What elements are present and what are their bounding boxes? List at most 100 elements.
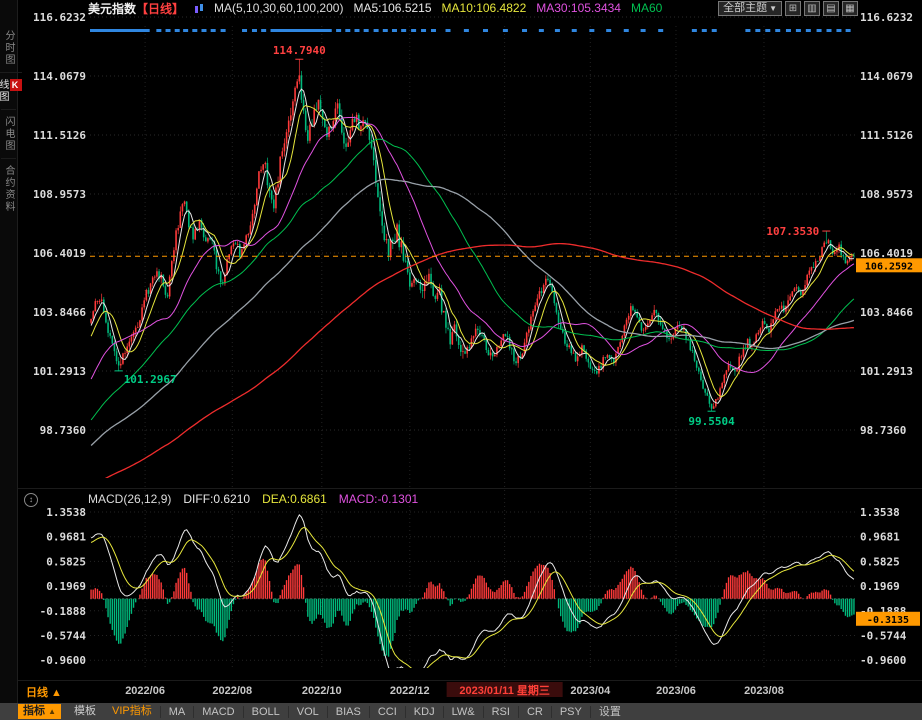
svg-text:114.7940: 114.7940	[273, 44, 326, 57]
top-activity-marks	[90, 29, 851, 32]
svg-text:2022/08: 2022/08	[212, 685, 252, 697]
svg-text:0.1969: 0.1969	[860, 580, 900, 593]
indicator-icon	[194, 3, 204, 14]
ma5-value: MA5:106.5215	[353, 1, 431, 15]
svg-text:1.3538: 1.3538	[46, 506, 86, 519]
sidebar-tab-kline-chart[interactable]: K线图	[0, 72, 22, 109]
chart-header: 美元指数【日线】 MA(5,10,30,60,100,200) MA5:106.…	[88, 0, 662, 16]
layout-columns-icon[interactable]: ▥	[804, 1, 820, 16]
svg-text:2022/12: 2022/12	[390, 685, 430, 697]
candlestick-series[interactable]	[90, 59, 854, 411]
macd-value-tag: -0.3135	[856, 612, 920, 626]
macd-diff-value: DIFF:0.6210	[183, 492, 250, 506]
svg-text:-0.9600: -0.9600	[40, 654, 86, 667]
svg-text:99.5504: 99.5504	[688, 415, 735, 428]
ma30-value: MA30:105.3434	[536, 1, 621, 15]
trading-terminal-window: 116.6232 116.6232 114.0679 114.0679 111.5126…	[0, 0, 922, 720]
settings-button[interactable]: 设置	[590, 706, 629, 718]
ma60-line	[91, 139, 854, 420]
svg-text:-0.3135: -0.3135	[867, 615, 909, 626]
svg-text:106.2592: 106.2592	[865, 261, 913, 272]
xaxis-divider	[18, 680, 922, 681]
macd-legend: MACD(26,12,9) DIFF:0.6210 DEA:0.6861 MAC…	[88, 492, 418, 506]
svg-text:114.0679: 114.0679	[33, 70, 86, 83]
bottom-toolbar: 指标 ▲ 模板 VIP指标 MAMACDBOLLVOLBIASCCIKDJLW&…	[0, 703, 922, 720]
svg-text:2023/01/11 星期三: 2023/01/11 星期三	[459, 683, 550, 697]
period-indicator[interactable]: 日线 ▲	[26, 684, 62, 700]
vip-indicator-button[interactable]: VIP指标	[104, 704, 160, 719]
macd-hist-value: MACD:-0.1301	[339, 492, 418, 506]
svg-text:103.8466: 103.8466	[860, 306, 913, 319]
symbol-title: 美元指数【日线】	[88, 0, 184, 17]
svg-text:0.1969: 0.1969	[46, 580, 86, 593]
svg-text:0.5825: 0.5825	[46, 555, 86, 568]
svg-text:111.5126: 111.5126	[860, 129, 913, 142]
svg-text:0.9681: 0.9681	[860, 531, 900, 544]
ma30-line	[91, 117, 854, 379]
toolbar-item-cr[interactable]: CR	[518, 706, 551, 718]
toolbar-item-psy[interactable]: PSY	[551, 706, 590, 718]
macd-title[interactable]: MACD(26,12,9)	[88, 492, 171, 506]
panel-divider	[18, 488, 922, 489]
svg-text:0.5825: 0.5825	[860, 555, 900, 568]
layout-grid-icon[interactable]: ⊞	[785, 1, 801, 16]
svg-text:106.4019: 106.4019	[860, 247, 913, 260]
themes-dropdown[interactable]: 全部主题▼	[718, 1, 782, 16]
symbol-period: 【日线】	[136, 2, 184, 16]
svg-text:107.3530: 107.3530	[766, 225, 819, 238]
svg-text:98.7360: 98.7360	[860, 424, 906, 437]
svg-text:116.6232: 116.6232	[860, 11, 913, 24]
svg-text:-0.1888: -0.1888	[40, 605, 86, 618]
toolbar-item-boll[interactable]: BOLL	[243, 706, 288, 718]
left-tab-sidebar: 分时图 K线图 闪电图 合约资料	[0, 0, 18, 720]
sidebar-tab-time-chart[interactable]: 分时图	[1, 24, 16, 72]
svg-text:-0.5744: -0.5744	[40, 630, 87, 643]
toolbar-item-macd[interactable]: MACD	[193, 706, 242, 718]
toolbar-item-kdj[interactable]: KDJ	[405, 706, 443, 718]
sidebar-tab-kline-label: 线图	[0, 79, 8, 103]
macd-panel-icon[interactable]: ↕	[24, 493, 38, 507]
svg-text:2022/06: 2022/06	[125, 685, 165, 697]
sidebar-tab-contract-info[interactable]: 合约资料	[1, 158, 16, 219]
layout-rows-icon[interactable]: ▤	[823, 1, 839, 16]
symbol-name: 美元指数	[88, 2, 136, 16]
chevron-down-icon: ▼	[769, 4, 777, 13]
svg-text:98.7360: 98.7360	[40, 424, 86, 437]
toolbar-item-bias[interactable]: BIAS	[327, 706, 369, 718]
svg-text:1.3538: 1.3538	[860, 506, 900, 519]
svg-text:101.2913: 101.2913	[860, 365, 913, 378]
topbar-controls: 全部主题▼ ⊞ ▥ ▤ ▦	[718, 1, 858, 16]
toolbar-item-cci[interactable]: CCI	[369, 706, 405, 718]
svg-text:106.4019: 106.4019	[33, 247, 86, 260]
layout-cells-icon[interactable]: ▦	[842, 1, 858, 16]
kline-badge-icon: K	[10, 79, 22, 91]
macd-dea-value: DEA:0.6861	[262, 492, 327, 506]
svg-text:2023/06: 2023/06	[656, 685, 696, 697]
svg-text:114.0679: 114.0679	[860, 70, 913, 83]
svg-text:0.9681: 0.9681	[46, 531, 86, 544]
ma-lines	[91, 89, 854, 487]
main-chart[interactable]: 116.6232 116.6232 114.0679 114.0679 111.5126…	[0, 0, 922, 720]
svg-text:101.2913: 101.2913	[33, 365, 86, 378]
svg-text:-0.5744: -0.5744	[860, 630, 907, 643]
svg-text:111.5126: 111.5126	[33, 129, 86, 142]
macd-histogram	[90, 559, 855, 657]
ma-settings-label[interactable]: MA(5,10,30,60,100,200)	[214, 1, 343, 15]
ma10-value: MA10:106.4822	[442, 1, 527, 15]
svg-text:-0.9600: -0.9600	[860, 654, 906, 667]
svg-text:108.9573: 108.9573	[33, 188, 86, 201]
svg-text:103.8466: 103.8466	[33, 306, 86, 319]
indicator-chip[interactable]: 指标 ▲	[18, 704, 61, 719]
indicator-chip-label: 指标	[23, 705, 45, 717]
svg-text:116.6232: 116.6232	[33, 11, 86, 24]
themes-label: 全部主题	[723, 2, 767, 14]
toolbar-item-rsi[interactable]: RSI	[483, 706, 518, 718]
toolbar-item-vol[interactable]: VOL	[288, 706, 327, 718]
template-button[interactable]: 模板	[66, 704, 104, 719]
ma60-value: MA60	[631, 1, 662, 15]
toolbar-item-ma[interactable]: MA	[160, 706, 194, 718]
svg-text:101.2967: 101.2967	[124, 373, 177, 386]
sidebar-tab-lightning-chart[interactable]: 闪电图	[1, 109, 16, 158]
toolbar-item-lw[interactable]: LW&	[443, 706, 483, 718]
triangle-up-icon: ▲	[48, 707, 56, 716]
